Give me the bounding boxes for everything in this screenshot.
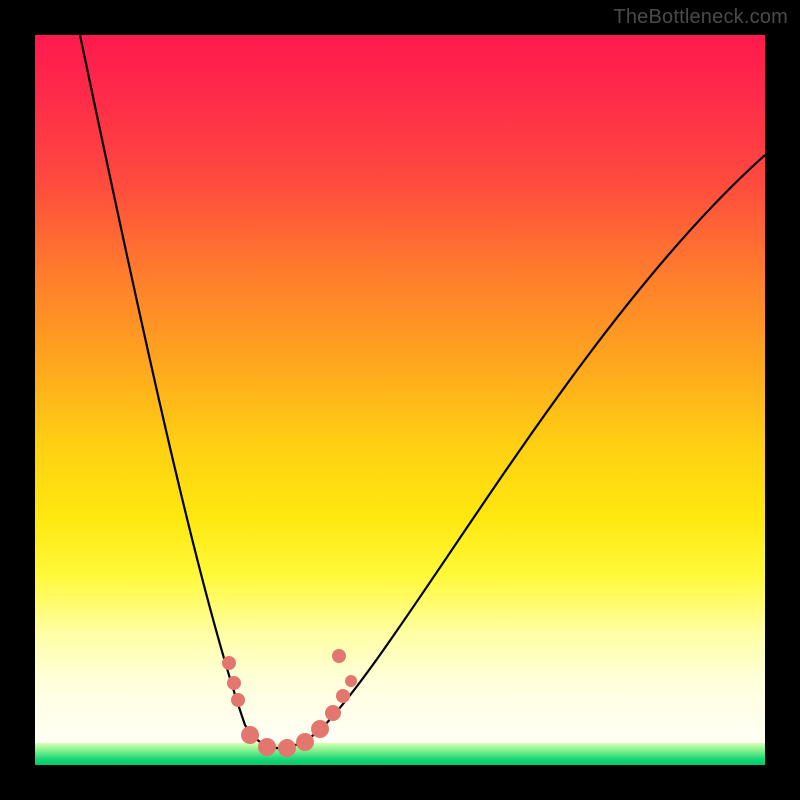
curve-marker [231, 693, 245, 707]
plot-area [35, 35, 765, 765]
curve-marker [278, 739, 296, 757]
bottleneck-curve [80, 35, 765, 748]
curve-layer [35, 35, 765, 765]
watermark-text: TheBottleneck.com [613, 6, 788, 29]
curve-marker [258, 738, 276, 756]
curve-marker [227, 676, 241, 690]
curve-marker [332, 649, 346, 663]
curve-marker [336, 689, 350, 703]
curve-marker [311, 720, 329, 738]
chart-frame: TheBottleneck.com [0, 0, 800, 800]
curve-marker [345, 675, 357, 687]
curve-marker [296, 733, 314, 751]
curve-marker [325, 705, 341, 721]
curve-marker [222, 656, 236, 670]
curve-marker [241, 726, 259, 744]
curve-markers [222, 649, 357, 757]
